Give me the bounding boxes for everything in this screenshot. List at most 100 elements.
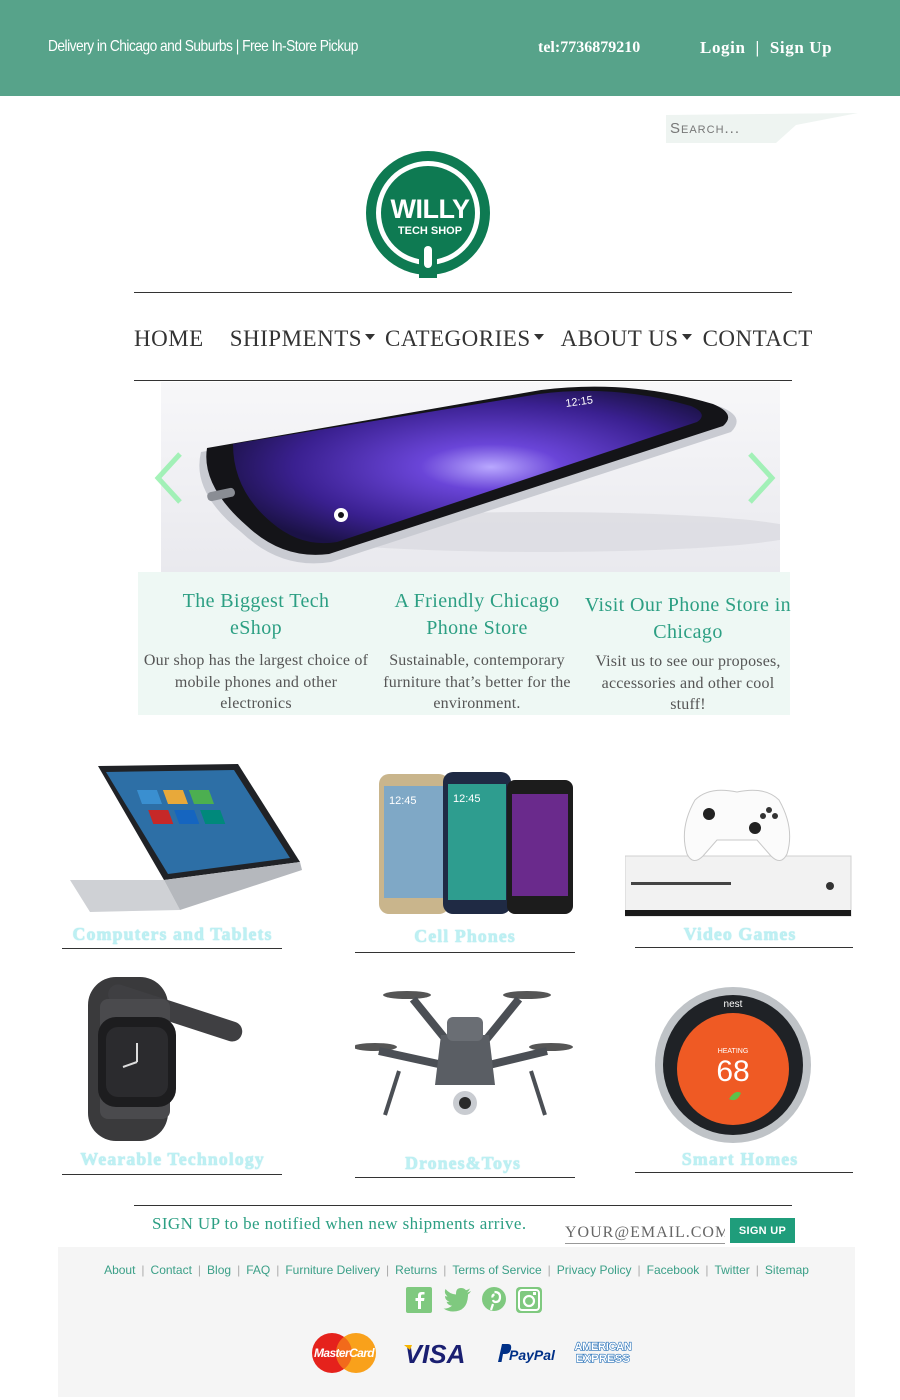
caret-down-icon xyxy=(365,334,376,340)
thermostat-mode: HEATING xyxy=(718,1048,749,1055)
nav-shipments-label: SHIPMENTS xyxy=(229,326,363,351)
category-drones[interactable]: Drones&Toys xyxy=(353,985,575,1180)
feature-card: A Friendly Chicago Phone Store Sustainab… xyxy=(364,588,590,715)
thermostat-icon: nest HEATING 68 xyxy=(655,987,811,1143)
mastercard-label: MasterCard xyxy=(314,1346,375,1360)
category-underline xyxy=(635,1172,853,1173)
console-icon xyxy=(624,789,852,917)
thermostat-temp: 68 xyxy=(716,1055,749,1088)
logo-text-willy: WILLY xyxy=(390,194,469,224)
category-computers[interactable]: Computers and Tablets xyxy=(60,760,305,955)
twitter-icon[interactable] xyxy=(443,1287,473,1313)
visa-label: VISA xyxy=(405,1339,466,1369)
footer-separator: | xyxy=(443,1263,447,1277)
phone-link[interactable]: tel:7736879210 xyxy=(538,39,640,57)
footer-link-blog[interactable]: Blog xyxy=(207,1263,231,1277)
category-underline xyxy=(62,1174,282,1175)
login-link[interactable]: Login xyxy=(700,38,746,57)
feature-text: Visit us to see our proposes, accessorie… xyxy=(595,653,781,713)
willy-logo[interactable]: WILLY TECH SHOP xyxy=(361,150,495,278)
category-underline xyxy=(62,948,282,949)
laptop-icon xyxy=(70,764,302,912)
main-nav: HOME SHIPMENTS CATEGORIES ABOUT US CONTA… xyxy=(134,322,812,356)
search-box xyxy=(666,113,858,143)
category-underline xyxy=(355,952,575,953)
drone-icon xyxy=(353,991,573,1116)
feature-text: Our shop has the largest choice of mobil… xyxy=(143,652,369,712)
search-input[interactable] xyxy=(670,116,850,140)
signup-button[interactable]: SIGN UP xyxy=(730,1218,795,1243)
nav-about[interactable]: ABOUT US xyxy=(561,326,692,352)
feature-title: Visit Our Phone Store in Chicago xyxy=(584,594,792,643)
feature-text: Sustainable, contemporary furniture that… xyxy=(383,652,571,712)
category-video-games[interactable]: Video Games xyxy=(624,770,855,950)
paypal-icon: PayPal xyxy=(498,1344,556,1363)
category-smart-homes[interactable]: nest HEATING 68 Smart Homes xyxy=(625,985,855,1175)
facebook-icon[interactable] xyxy=(406,1287,432,1313)
category-label[interactable]: Cell Phones xyxy=(355,926,575,947)
caret-down-icon xyxy=(533,334,544,340)
smartphone-hero-image: 12:15 xyxy=(161,382,780,572)
category-underline xyxy=(635,947,853,948)
footer-link-furniture-delivery[interactable]: Furniture Delivery xyxy=(285,1263,380,1277)
feature-card: Visit Our Phone Store in Chicago Visit u… xyxy=(582,592,794,716)
footer-link-about[interactable]: About xyxy=(104,1263,135,1277)
nav-top-rule xyxy=(134,292,792,293)
category-label[interactable]: Drones&Toys xyxy=(355,1153,571,1174)
nav-categories[interactable]: CATEGORIES xyxy=(385,326,544,352)
amex-label-line2: EXPRESS xyxy=(576,1353,630,1365)
category-label[interactable]: Video Games xyxy=(635,924,845,945)
pinterest-icon[interactable] xyxy=(482,1287,506,1311)
mastercard-icon: MasterCard xyxy=(312,1333,376,1373)
signup-prompt: SIGN UP to be notified when new shipment… xyxy=(152,1214,527,1233)
footer-separator: | xyxy=(386,1263,390,1277)
nav-contact-label: CONTACT xyxy=(702,326,813,351)
category-cell-phones[interactable]: 12:45 12:45 Cell Phones xyxy=(355,770,575,955)
thermostat-brand: nest xyxy=(724,999,743,1010)
nav-home[interactable]: HOME xyxy=(134,326,204,352)
footer-separator: | xyxy=(141,1263,145,1277)
nav-home-label: HOME xyxy=(134,326,204,351)
signup-link[interactable]: Sign Up xyxy=(770,38,832,57)
category-underline xyxy=(355,1177,575,1178)
nav-about-label: ABOUT US xyxy=(560,326,679,351)
caret-down-icon xyxy=(681,334,692,340)
email-input[interactable] xyxy=(565,1222,725,1244)
category-label[interactable]: Computers and Tablets xyxy=(60,924,285,945)
footer-separator: | xyxy=(547,1263,551,1277)
delivery-tagline: Delivery in Chicago and Suburbs | Free I… xyxy=(48,38,358,55)
footer-link-facebook[interactable]: Facebook xyxy=(647,1263,700,1277)
footer-link-returns[interactable]: Returns xyxy=(395,1263,437,1277)
footer-link-faq[interactable]: FAQ xyxy=(246,1263,270,1277)
features-strip: The Biggest Tech eShop Our shop has the … xyxy=(138,572,791,715)
instagram-icon[interactable] xyxy=(516,1287,542,1313)
watch-icon xyxy=(88,977,243,1141)
footer-link-contact[interactable]: Contact xyxy=(151,1263,192,1277)
category-label[interactable]: Wearable Technology xyxy=(60,1149,285,1170)
footer-separator: | xyxy=(197,1263,202,1277)
feature-card: The Biggest Tech eShop Our shop has the … xyxy=(142,588,370,715)
nav-contact[interactable]: CONTACT xyxy=(703,326,813,352)
amex-icon: AMERICAN EXPRESS xyxy=(574,1340,633,1365)
footer: About | Contact | Blog | FAQ | Furniture Deliver… xyxy=(58,1247,855,1397)
nav-shipments[interactable]: SHIPMENTS xyxy=(229,326,376,352)
phones-icon: 12:45 12:45 xyxy=(379,772,573,914)
slider-prev-icon[interactable] xyxy=(152,450,186,506)
phone-time-1: 12:45 xyxy=(389,795,417,807)
footer-link-twitter[interactable]: Twitter xyxy=(714,1263,749,1277)
footer-separator: | xyxy=(637,1263,641,1277)
footer-link-sitemap[interactable]: Sitemap xyxy=(765,1263,809,1277)
auth-separator: | xyxy=(755,38,760,57)
category-label[interactable]: Smart Homes xyxy=(635,1149,845,1170)
signup-top-rule xyxy=(134,1205,792,1206)
slider-next-icon[interactable] xyxy=(744,450,778,506)
auth-links: Login | Sign Up xyxy=(700,38,832,58)
footer-separator: | xyxy=(705,1263,709,1277)
footer-separator: | xyxy=(276,1263,280,1277)
footer-link-terms[interactable]: Terms of Service xyxy=(452,1263,541,1277)
visa-icon: VISA xyxy=(404,1339,466,1369)
category-wearables[interactable]: Wearable Technology xyxy=(60,975,300,1175)
logo-text-techshop: TECH SHOP xyxy=(398,225,462,237)
footer-links: About | Contact | Blog | FAQ | Furniture Deliver… xyxy=(58,1263,855,1277)
footer-link-privacy[interactable]: Privacy Policy xyxy=(557,1263,632,1277)
